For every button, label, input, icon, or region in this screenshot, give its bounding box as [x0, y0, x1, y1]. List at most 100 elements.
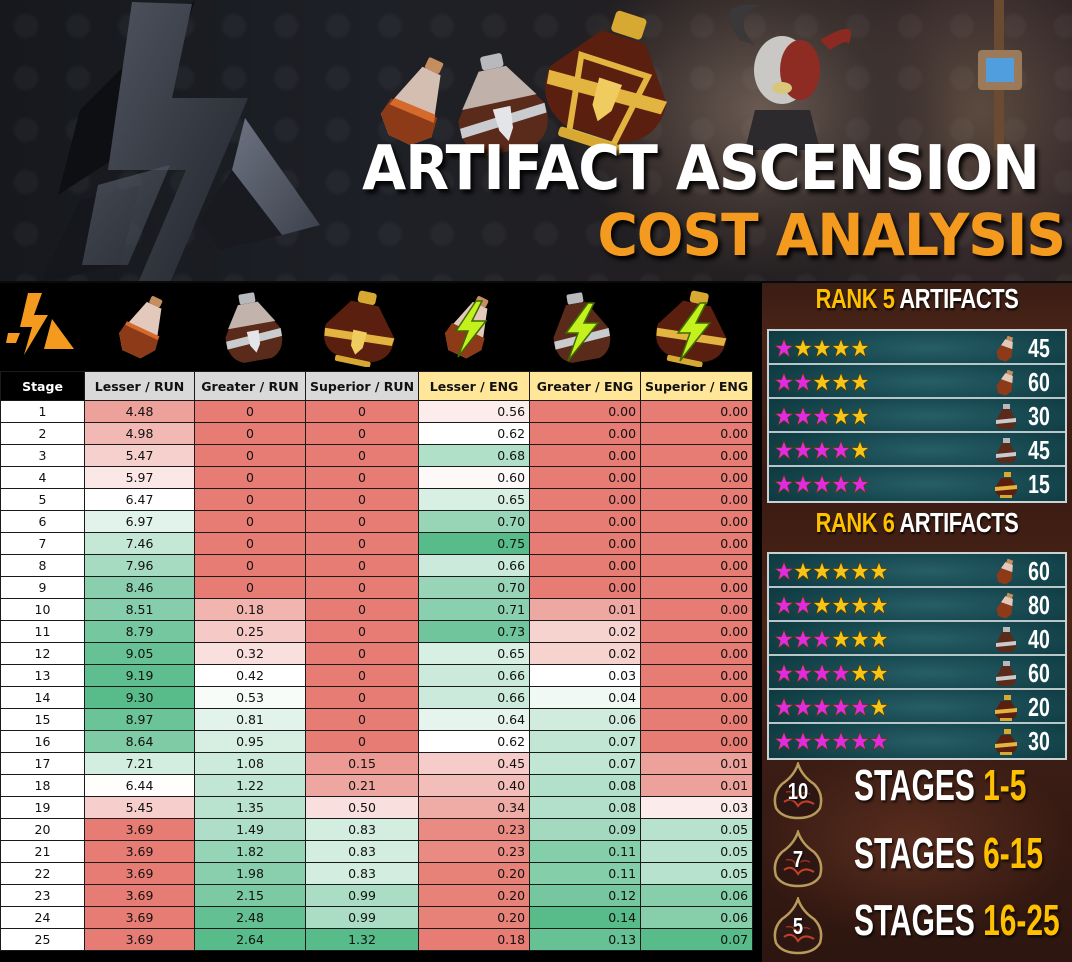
cell-greater-eng[interactable]: 0.14: [529, 906, 642, 929]
cell-stage[interactable]: 13: [0, 664, 85, 687]
cell-lesser-run[interactable]: 6.44: [84, 774, 195, 797]
cell-lesser-run[interactable]: 8.46: [84, 576, 195, 599]
cell-lesser-eng[interactable]: 0.64: [418, 708, 531, 731]
column-header-lesser-run[interactable]: Lesser / RUN: [84, 371, 195, 401]
cell-greater-eng[interactable]: 0.13: [529, 928, 642, 951]
cell-stage[interactable]: 19: [0, 796, 85, 819]
cell-lesser-eng[interactable]: 0.40: [418, 774, 531, 797]
cell-lesser-run[interactable]: 6.47: [84, 488, 195, 511]
cell-greater-run[interactable]: 0: [194, 488, 306, 511]
cell-superior-run[interactable]: 0.99: [304, 906, 420, 929]
cell-greater-run[interactable]: 0: [194, 400, 306, 423]
cell-greater-run[interactable]: 0: [194, 422, 306, 445]
cell-superior-eng[interactable]: 0.00: [640, 532, 754, 555]
cell-lesser-eng[interactable]: 0.62: [418, 422, 531, 445]
cell-greater-run[interactable]: 1.49: [194, 818, 306, 841]
cell-lesser-run[interactable]: 5.47: [84, 444, 195, 467]
cell-stage[interactable]: 17: [0, 752, 85, 775]
cell-superior-eng[interactable]: 0.00: [640, 730, 754, 753]
cell-greater-run[interactable]: 1.35: [194, 796, 306, 819]
cell-superior-run[interactable]: 0: [304, 400, 420, 423]
cell-greater-eng[interactable]: 0.02: [529, 620, 642, 643]
cell-greater-run[interactable]: 0: [194, 576, 306, 599]
cell-superior-eng[interactable]: 0.00: [640, 444, 754, 467]
column-header-superior-run[interactable]: Superior / RUN: [304, 371, 420, 401]
cell-lesser-eng[interactable]: 0.70: [418, 510, 531, 533]
cell-superior-eng[interactable]: 0.07: [640, 928, 754, 951]
cell-superior-run[interactable]: 0: [304, 532, 420, 555]
cell-lesser-eng[interactable]: 0.68: [418, 444, 531, 467]
cell-stage[interactable]: 25: [0, 928, 85, 951]
cell-superior-run[interactable]: 0: [304, 554, 420, 577]
cell-superior-eng[interactable]: 0.00: [640, 510, 754, 533]
column-header-stage[interactable]: Stage: [0, 371, 85, 401]
cell-lesser-eng[interactable]: 0.66: [418, 686, 531, 709]
cell-superior-run[interactable]: 0: [304, 620, 420, 643]
cell-lesser-run[interactable]: 4.48: [84, 400, 195, 423]
cell-stage[interactable]: 18: [0, 774, 85, 797]
cell-greater-eng[interactable]: 0.11: [529, 840, 642, 863]
cell-greater-eng[interactable]: 0.12: [529, 884, 642, 907]
cell-lesser-eng[interactable]: 0.66: [418, 664, 531, 687]
cell-superior-run[interactable]: 0.50: [304, 796, 420, 819]
cell-greater-eng[interactable]: 0.00: [529, 400, 642, 423]
cell-superior-run[interactable]: 0.83: [304, 862, 420, 885]
cell-greater-eng[interactable]: 0.00: [529, 532, 642, 555]
cell-stage[interactable]: 20: [0, 818, 85, 841]
cell-lesser-run[interactable]: 3.69: [84, 906, 195, 929]
cell-lesser-run[interactable]: 8.51: [84, 598, 195, 621]
cell-greater-run[interactable]: 0: [194, 444, 306, 467]
cell-greater-eng[interactable]: 0.00: [529, 488, 642, 511]
cell-greater-run[interactable]: 1.22: [194, 774, 306, 797]
cell-lesser-run[interactable]: 3.69: [84, 884, 195, 907]
cell-superior-run[interactable]: 0: [304, 598, 420, 621]
cell-stage[interactable]: 21: [0, 840, 85, 863]
cell-superior-eng[interactable]: 0.06: [640, 884, 754, 907]
cell-lesser-eng[interactable]: 0.23: [418, 840, 531, 863]
column-header-greater-eng[interactable]: Greater / ENG: [529, 371, 642, 401]
cell-stage[interactable]: 5: [0, 488, 85, 511]
cell-superior-eng[interactable]: 0.03: [640, 796, 754, 819]
cell-superior-run[interactable]: 0: [304, 510, 420, 533]
cell-stage[interactable]: 9: [0, 576, 85, 599]
cell-stage[interactable]: 11: [0, 620, 85, 643]
cell-stage[interactable]: 12: [0, 642, 85, 665]
cell-stage[interactable]: 6: [0, 510, 85, 533]
cell-greater-run[interactable]: 0.32: [194, 642, 306, 665]
cell-greater-eng[interactable]: 0.09: [529, 818, 642, 841]
cell-lesser-eng[interactable]: 0.71: [418, 598, 531, 621]
cell-superior-eng[interactable]: 0.00: [640, 642, 754, 665]
cell-lesser-run[interactable]: 3.69: [84, 840, 195, 863]
cell-stage[interactable]: 10: [0, 598, 85, 621]
cell-lesser-eng[interactable]: 0.60: [418, 466, 531, 489]
cell-lesser-eng[interactable]: 0.45: [418, 752, 531, 775]
cell-superior-eng[interactable]: 0.00: [640, 598, 754, 621]
cell-lesser-run[interactable]: 9.19: [84, 664, 195, 687]
cell-lesser-eng[interactable]: 0.73: [418, 620, 531, 643]
cell-greater-eng[interactable]: 0.07: [529, 752, 642, 775]
cell-greater-run[interactable]: 0.81: [194, 708, 306, 731]
cell-stage[interactable]: 16: [0, 730, 85, 753]
cell-lesser-eng[interactable]: 0.20: [418, 862, 531, 885]
cell-greater-eng[interactable]: 0.08: [529, 774, 642, 797]
cell-greater-run[interactable]: 2.15: [194, 884, 306, 907]
cell-superior-run[interactable]: 0: [304, 576, 420, 599]
cell-stage[interactable]: 4: [0, 466, 85, 489]
cell-lesser-run[interactable]: 4.98: [84, 422, 195, 445]
cell-superior-eng[interactable]: 0.00: [640, 576, 754, 599]
cell-superior-run[interactable]: 0.83: [304, 840, 420, 863]
cell-lesser-eng[interactable]: 0.56: [418, 400, 531, 423]
cell-greater-run[interactable]: 0.42: [194, 664, 306, 687]
cell-greater-run[interactable]: 0.25: [194, 620, 306, 643]
cell-superior-run[interactable]: 0: [304, 708, 420, 731]
cell-lesser-run[interactable]: 7.96: [84, 554, 195, 577]
cell-superior-eng[interactable]: 0.00: [640, 686, 754, 709]
cell-superior-run[interactable]: 1.32: [304, 928, 420, 951]
cell-lesser-eng[interactable]: 0.23: [418, 818, 531, 841]
cell-lesser-eng[interactable]: 0.70: [418, 576, 531, 599]
cell-greater-eng[interactable]: 0.00: [529, 576, 642, 599]
cell-lesser-run[interactable]: 3.69: [84, 862, 195, 885]
cell-superior-eng[interactable]: 0.06: [640, 906, 754, 929]
cell-superior-eng[interactable]: 0.00: [640, 488, 754, 511]
cell-superior-run[interactable]: 0.21: [304, 774, 420, 797]
